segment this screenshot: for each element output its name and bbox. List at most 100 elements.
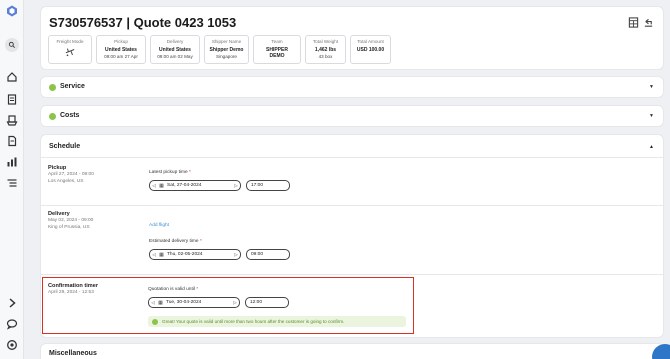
undo-icon[interactable] [643, 15, 654, 27]
prev-day-icon[interactable]: ◁ [149, 300, 157, 306]
confirmation-date: April 29, 2024 - 12:53 [48, 290, 94, 295]
pickup-date-value: Sat, 27-04-2024 [167, 183, 202, 188]
chart-icon[interactable] [5, 155, 19, 169]
delivery-title: Delivery [48, 211, 70, 217]
metric-sub: 09:00 am 27 Apr [104, 54, 138, 59]
prev-day-icon[interactable]: ◁ [150, 252, 158, 258]
freight-mode-icon [53, 47, 87, 57]
metric-label: Freight Mode [56, 39, 84, 44]
required-marker: * [189, 170, 191, 175]
metric-value: USD 100.00 [356, 47, 385, 53]
required-marker: * [199, 239, 202, 244]
metric-team: Team SHIPPER DEMO [253, 35, 301, 64]
delivery-field-label: Estimated delivery time * [149, 239, 202, 244]
search-icon[interactable] [5, 38, 19, 52]
metric-value: 1,462 lbs [314, 47, 337, 53]
confirmation-title: Confirmation timer [48, 283, 99, 289]
pickup-date-picker[interactable]: ◁ ▦ Sat, 27-04-2024 ▷ [149, 180, 241, 191]
pickup-time-input[interactable]: 17:00 [246, 180, 290, 191]
section-title: Service [60, 83, 85, 90]
check-circle-icon [49, 113, 56, 120]
delivery-block: Delivery May 02, 2024 - 09:00 King of Pr… [48, 211, 93, 231]
delivery-date-value: Thu, 02-05-2024 [167, 252, 203, 257]
calendar-icon: ▦ [158, 299, 163, 306]
calendar-icon: ▦ [159, 182, 164, 189]
delivery-date-picker[interactable]: ◁ ▦ Thu, 02-05-2024 ▷ [149, 249, 241, 260]
home-icon[interactable] [5, 70, 19, 84]
section-title: Costs [60, 112, 80, 119]
confirmation-timer-block: Confirmation timer April 29, 2024 - 12:5… [42, 277, 414, 334]
delivery-date: May 02, 2024 - 09:00 [48, 218, 94, 223]
metric-label: Total Amount [357, 39, 384, 44]
info-icon [152, 318, 158, 325]
page-title: S730576537 | Quote 0423 1053 [49, 15, 237, 30]
left-rail [0, 0, 24, 359]
metric-delivery: Delivery United States 09:00 am 02 May [150, 35, 200, 64]
metric-label: Team [271, 39, 283, 44]
next-day-icon[interactable]: ▷ [232, 252, 240, 258]
delivery-time-input[interactable]: 09:00 [246, 249, 290, 260]
prev-day-icon[interactable]: ◁ [150, 183, 158, 189]
delivery-location: King of Prussia, US [48, 225, 90, 230]
metric-value: United States [105, 47, 137, 53]
chevron-right-icon[interactable] [5, 296, 19, 310]
section-title: Miscellaneous [49, 350, 97, 357]
success-alert: Great! Your quote is valid until more th… [148, 316, 406, 327]
label-text: Quotation is valid until [148, 287, 195, 292]
confirmation-date-picker[interactable]: ◁ ▦ Tue, 30-04-2024 ▷ [148, 297, 240, 308]
metric-value: SHIPPER DEMO [266, 47, 288, 59]
metric-sub: 43 box [318, 54, 333, 59]
next-day-icon[interactable]: ▷ [232, 183, 240, 189]
document-icon[interactable] [5, 134, 19, 148]
pickup-location: Los Angeles, US [48, 179, 84, 184]
metric-freight-mode: Freight Mode [48, 35, 92, 64]
pickup-field-label: Latest pickup time * [149, 170, 191, 175]
metric-total-weight: Total Weight 1,462 lbs 43 box [305, 35, 346, 64]
costs-section[interactable]: Costs ▼ [40, 105, 664, 127]
section-title: Schedule [49, 143, 81, 150]
metric-total-amount: Total Amount USD 100.00 [350, 35, 391, 64]
alert-text: Great! Your quote is valid until more th… [162, 319, 345, 324]
check-circle-icon [49, 84, 56, 91]
metric-pickup: Pickup United States 09:00 am 27 Apr [96, 35, 146, 64]
pickup-date: April 27, 2024 - 09:00 [48, 172, 94, 177]
clipboard-icon[interactable] [5, 92, 19, 106]
add-flight-link[interactable]: Add flight [149, 223, 169, 228]
list-icon[interactable] [5, 176, 19, 190]
confirmation-date-value: Tue, 30-04-2024 [166, 300, 202, 305]
metric-label: Pickup [114, 39, 128, 44]
quote-header: S730576537 | Quote 0423 1053 Freight Mod… [40, 6, 664, 70]
metric-list: Freight Mode Pickup United States 09:00 … [48, 35, 391, 64]
chat-icon[interactable] [5, 317, 19, 331]
metric-value: Shipper Demo [209, 47, 244, 53]
metric-label: Delivery [166, 39, 184, 44]
next-day-icon[interactable]: ▷ [231, 300, 239, 306]
calendar-icon: ▦ [159, 251, 164, 258]
confirmation-info: Confirmation timer April 29, 2024 - 12:5… [48, 283, 98, 296]
settings-icon[interactable] [5, 338, 19, 352]
caret-down-icon[interactable]: ▼ [649, 84, 654, 90]
confirmation-time-input[interactable]: 12:00 [245, 297, 289, 308]
divider [41, 157, 665, 158]
miscellaneous-section[interactable]: Miscellaneous [40, 343, 664, 359]
metric-sub: Singapore [216, 54, 237, 59]
metric-value: United States [159, 47, 191, 53]
ship-icon[interactable] [5, 113, 19, 127]
service-section[interactable]: Service ▼ [40, 76, 664, 98]
confirmation-field-label: Quotation is valid until * [148, 287, 198, 292]
metric-label: Total Weight [312, 39, 339, 44]
logo-icon[interactable] [5, 4, 19, 18]
divider [41, 274, 665, 275]
label-text: Estimated delivery time [149, 239, 199, 244]
calculator-icon[interactable] [628, 15, 639, 28]
pickup-title: Pickup [48, 165, 67, 171]
label-text: Latest pickup time [149, 170, 188, 175]
caret-down-icon[interactable]: ▼ [649, 113, 654, 119]
metric-sub: 09:00 am 02 May [157, 54, 193, 59]
metric-label: Shipper Name [211, 39, 242, 44]
pickup-block: Pickup April 27, 2024 - 09:00 Los Angele… [48, 165, 94, 185]
required-marker: * [196, 287, 199, 292]
divider [41, 205, 665, 206]
caret-up-icon[interactable]: ▲ [649, 144, 654, 150]
metric-shipper-name: Shipper Name Shipper Demo Singapore [204, 35, 249, 64]
